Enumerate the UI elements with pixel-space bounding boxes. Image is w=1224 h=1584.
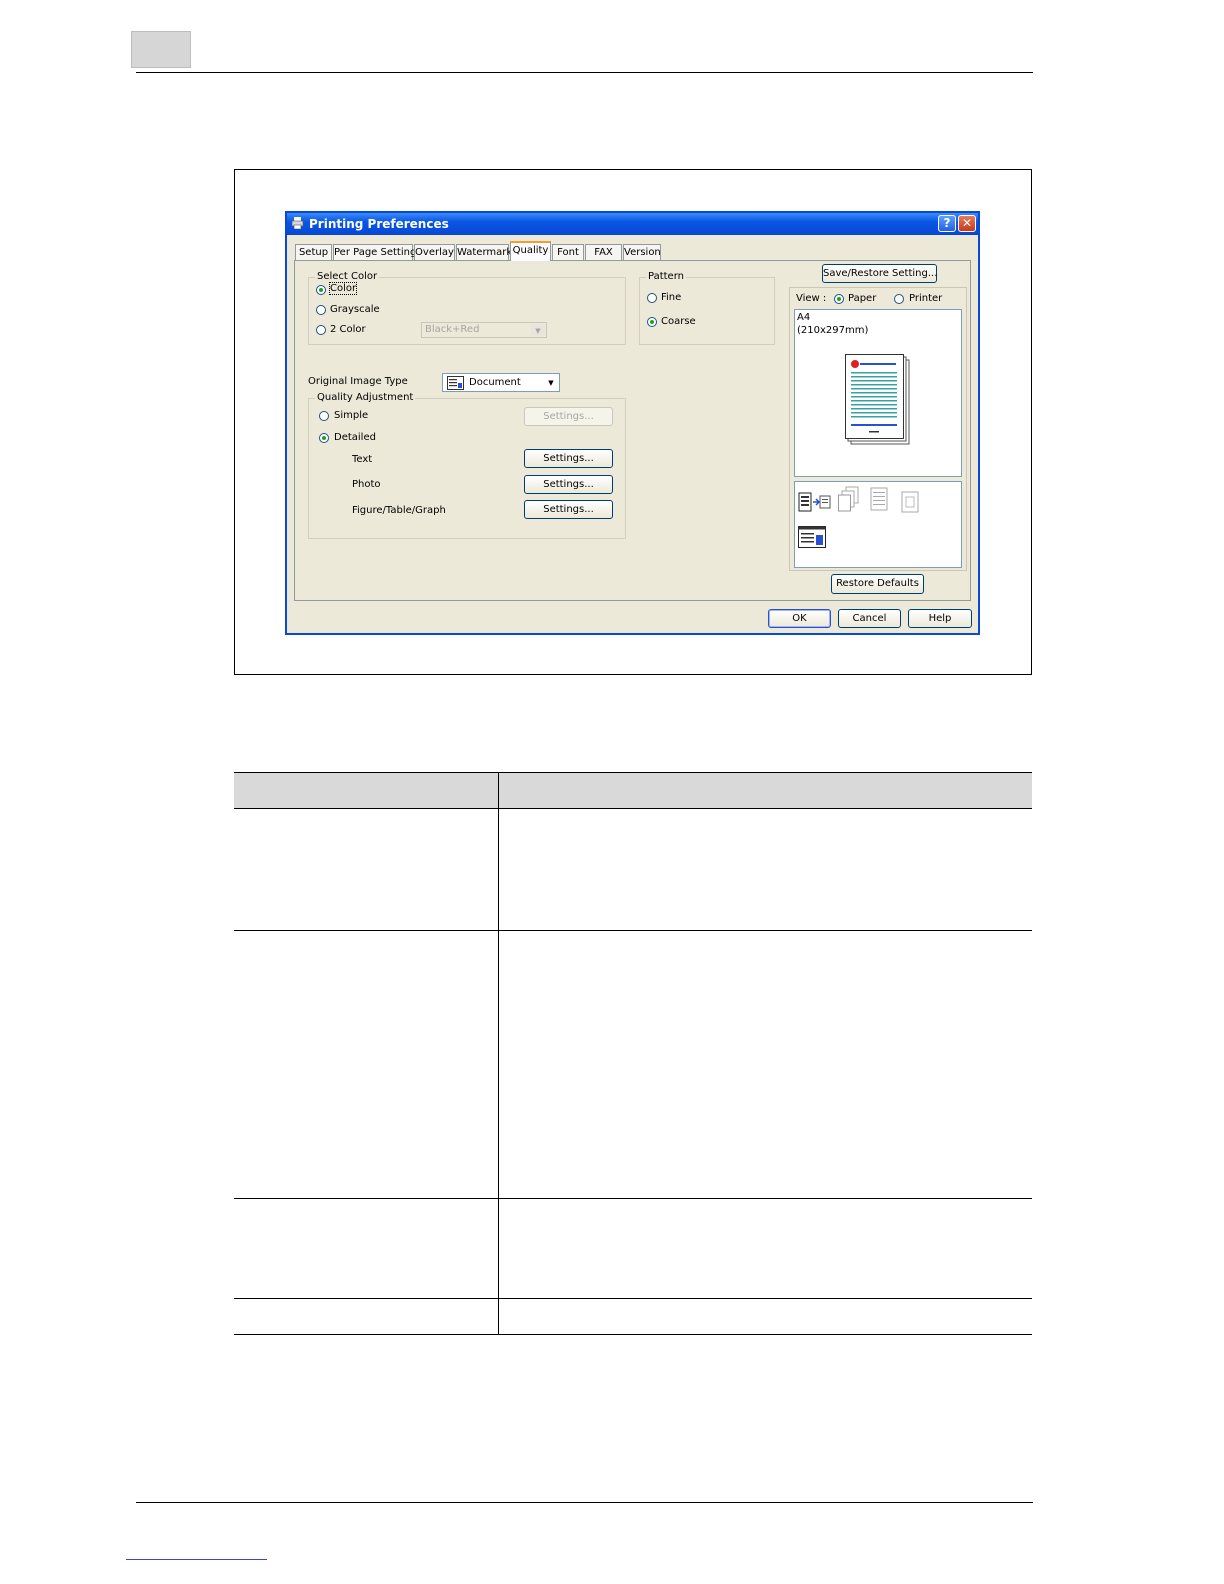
tab-overlay[interactable]: Overlay bbox=[414, 244, 455, 260]
footer-link-underline bbox=[126, 1559, 267, 1560]
select-color-group-label: Select Color bbox=[315, 271, 380, 282]
table-row-divider bbox=[234, 930, 1032, 931]
save-restore-setting-button[interactable]: Save/Restore Setting... bbox=[822, 264, 937, 283]
detailed-radio[interactable] bbox=[319, 433, 329, 443]
titlebar-help-button[interactable]: ? bbox=[938, 215, 956, 232]
fine-radio[interactable] bbox=[647, 293, 657, 303]
tab-per-page-setting[interactable]: Per Page Setting bbox=[333, 244, 416, 260]
view-paper-radio[interactable] bbox=[834, 294, 844, 304]
table-row-divider bbox=[234, 1198, 1032, 1199]
quality-adjustment-group-label: Quality Adjustment bbox=[315, 392, 416, 403]
dialog-title: Printing Preferences bbox=[309, 217, 449, 231]
color-radio-label[interactable]: Color bbox=[328, 282, 358, 295]
text-quality-label: Text bbox=[352, 454, 373, 465]
photo-quality-label: Photo bbox=[352, 479, 381, 490]
paper-size-label: A4 bbox=[797, 312, 811, 323]
paper-dimensions-label: (210x297mm) bbox=[797, 325, 869, 336]
two-color-select-value: Black+Red bbox=[425, 324, 480, 335]
pattern-group-label: Pattern bbox=[646, 271, 686, 282]
dialog-titlebar[interactable]: Printing Preferences ? ✕ bbox=[287, 213, 978, 235]
tab-version[interactable]: Version bbox=[623, 244, 661, 260]
text-settings-button[interactable]: Settings... bbox=[524, 449, 613, 468]
original-image-type-value: Document bbox=[469, 377, 521, 388]
header-rule bbox=[136, 72, 1033, 73]
view-paper-label[interactable]: Paper bbox=[848, 293, 876, 304]
output-settings-icons-panel bbox=[794, 481, 962, 568]
two-color-radio-label[interactable]: 2 Color bbox=[330, 324, 366, 335]
ok-button[interactable]: OK bbox=[768, 609, 831, 628]
two-color-select[interactable]: Black+Red ▼ bbox=[421, 322, 547, 338]
chevron-down-icon: ▼ bbox=[544, 375, 558, 390]
collate-icon bbox=[838, 486, 859, 512]
tab-setup[interactable]: Setup bbox=[295, 244, 332, 260]
chevron-down-icon: ▼ bbox=[531, 324, 545, 336]
table-column-divider bbox=[498, 772, 499, 1335]
printing-preferences-dialog: Printing Preferences ? ✕ Setup Per Page … bbox=[285, 211, 980, 635]
titlebar-close-button[interactable]: ✕ bbox=[958, 215, 976, 232]
quality-tab-panel: Select Color Color Grayscale 2 Color Bla… bbox=[294, 260, 971, 601]
paper-preview: A4 (210x297mm) bbox=[794, 309, 962, 477]
pattern-group: Pattern Fine Coarse bbox=[639, 271, 775, 345]
document-type-icon bbox=[447, 376, 464, 390]
watermark-page-icon bbox=[901, 491, 919, 513]
help-button[interactable]: Help bbox=[908, 609, 972, 628]
restore-defaults-button[interactable]: Restore Defaults bbox=[831, 574, 924, 594]
overlay-page-icon bbox=[870, 487, 888, 511]
grayscale-radio-label[interactable]: Grayscale bbox=[330, 304, 380, 315]
quality-adjustment-group: Quality Adjustment Simple Settings... De… bbox=[308, 392, 626, 539]
coarse-radio-label[interactable]: Coarse bbox=[661, 316, 696, 327]
simple-settings-button[interactable]: Settings... bbox=[524, 407, 613, 426]
original-image-type-select[interactable]: Document ▼ bbox=[442, 373, 560, 392]
footer-rule bbox=[136, 1502, 1033, 1503]
simple-radio[interactable] bbox=[319, 411, 329, 421]
table-row-divider bbox=[234, 1298, 1032, 1299]
tab-font[interactable]: Font bbox=[552, 244, 584, 260]
view-printer-radio[interactable] bbox=[894, 294, 904, 304]
original-image-type-label: Original Image Type bbox=[308, 376, 408, 387]
detailed-radio-label[interactable]: Detailed bbox=[334, 432, 376, 443]
tab-watermark[interactable]: Watermark bbox=[456, 244, 512, 260]
image-type-document-icon bbox=[798, 526, 826, 548]
coarse-radio[interactable] bbox=[647, 317, 657, 327]
view-label: View : bbox=[796, 293, 827, 304]
color-to-grayscale-icon bbox=[798, 492, 831, 512]
fine-radio-label[interactable]: Fine bbox=[661, 292, 681, 303]
view-printer-label[interactable]: Printer bbox=[909, 293, 942, 304]
preview-group: View : Paper Printer A4 (210x297mm) bbox=[789, 287, 967, 571]
page-thumbnail-icon bbox=[845, 354, 910, 445]
two-color-radio[interactable] bbox=[316, 325, 326, 335]
settings-description-table bbox=[234, 772, 1032, 1335]
figure-table-graph-settings-button[interactable]: Settings... bbox=[524, 500, 613, 519]
grayscale-radio[interactable] bbox=[316, 305, 326, 315]
chapter-number-box bbox=[131, 31, 191, 68]
tab-quality[interactable]: Quality bbox=[510, 241, 551, 261]
cancel-button[interactable]: Cancel bbox=[838, 609, 901, 628]
simple-radio-label[interactable]: Simple bbox=[334, 410, 368, 421]
table-row-divider bbox=[234, 1334, 1032, 1335]
printer-icon bbox=[291, 217, 304, 229]
select-color-group: Select Color Color Grayscale 2 Color Bla… bbox=[308, 271, 626, 345]
figure-table-graph-label: Figure/Table/Graph bbox=[352, 505, 446, 516]
photo-settings-button[interactable]: Settings... bbox=[524, 475, 613, 494]
tab-fax[interactable]: FAX bbox=[585, 244, 622, 260]
color-radio[interactable] bbox=[316, 285, 326, 295]
table-header-row bbox=[234, 772, 1032, 809]
